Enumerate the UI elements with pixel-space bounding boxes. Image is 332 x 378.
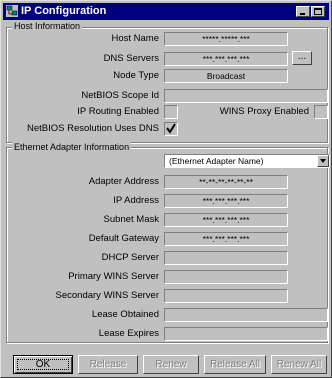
minimize-button[interactable]: [296, 6, 310, 17]
dns-servers-label: DNS Servers: [103, 53, 159, 64]
ip-routing-label: IP Routing Enabled: [77, 106, 159, 117]
ok-button[interactable]: OK: [13, 355, 73, 374]
netbios-scope-label: NetBIOS Scope Id: [81, 90, 159, 101]
ip-address-label: IP Address: [113, 195, 159, 206]
network-icon: [6, 5, 18, 17]
lease-obtained-field[interactable]: [164, 308, 328, 322]
default-gateway-field[interactable]: ***.***.***.***: [164, 232, 288, 246]
maximize-button[interactable]: [311, 6, 325, 17]
node-type-field[interactable]: Broadcast: [164, 69, 288, 83]
host-name-label: Host Name: [111, 33, 159, 44]
secondary-wins-field[interactable]: [164, 289, 288, 303]
netbios-dns-checkbox[interactable]: [164, 122, 178, 136]
default-gateway-label: Default Gateway: [88, 233, 159, 244]
subnet-mask-field[interactable]: ***.***.***.***: [164, 213, 288, 227]
netbios-scope-field[interactable]: [164, 89, 328, 103]
ip-address-field[interactable]: ***.***.***.***: [164, 194, 288, 208]
checkmark-icon: [166, 123, 176, 134]
node-type-label: Node Type: [113, 70, 159, 81]
ok-button-label: OK: [35, 359, 51, 370]
wins-proxy-checkbox[interactable]: [314, 105, 328, 119]
minimize-icon: [300, 13, 305, 15]
dhcp-server-label: DHCP Server: [101, 252, 159, 263]
primary-wins-field[interactable]: [164, 270, 288, 284]
primary-wins-label: Primary WINS Server: [68, 271, 159, 282]
title-bar[interactable]: IP Configuration: [3, 3, 329, 20]
secondary-wins-label: Secondary WINS Server: [55, 290, 159, 301]
adapter-address-label: Adapter Address: [88, 176, 159, 187]
window-title: IP Configuration: [21, 5, 107, 17]
host-information-heading: Host Information: [12, 21, 83, 31]
adapter-select[interactable]: (Ethernet Adapter Name): [164, 154, 330, 168]
chevron-down-icon: [320, 159, 326, 163]
ip-configuration-window: IP Configuration Host Information Host N…: [0, 0, 332, 378]
release-all-button[interactable]: Release All: [204, 355, 266, 374]
lease-expires-label: Lease Expires: [98, 328, 159, 339]
dns-servers-field[interactable]: ***.***.***.***: [164, 52, 288, 66]
wins-proxy-label: WINS Proxy Enabled: [219, 106, 309, 117]
adapter-select-value: (Ethernet Adapter Name): [169, 156, 264, 166]
maximize-icon: [314, 8, 322, 15]
release-button[interactable]: Release: [78, 355, 138, 374]
ethernet-adapter-heading: Ethernet Adapter Information: [12, 142, 132, 152]
dns-servers-more-button[interactable]: ...: [292, 51, 312, 65]
netbios-dns-label: NetBIOS Resolution Uses DNS: [27, 123, 159, 134]
lease-expires-field[interactable]: [164, 327, 328, 341]
host-name-field[interactable]: *****.*****.***: [164, 32, 288, 46]
subnet-mask-label: Subnet Mask: [103, 214, 159, 225]
renew-button[interactable]: Renew: [143, 355, 199, 374]
adapter-address-field[interactable]: **-**-**-**-**-**: [164, 175, 288, 189]
ip-routing-checkbox[interactable]: [164, 105, 178, 119]
dhcp-server-field[interactable]: [164, 251, 288, 265]
lease-obtained-label: Lease Obtained: [91, 309, 159, 320]
renew-all-button[interactable]: Renew All: [271, 355, 327, 374]
dropdown-button[interactable]: [317, 155, 329, 167]
